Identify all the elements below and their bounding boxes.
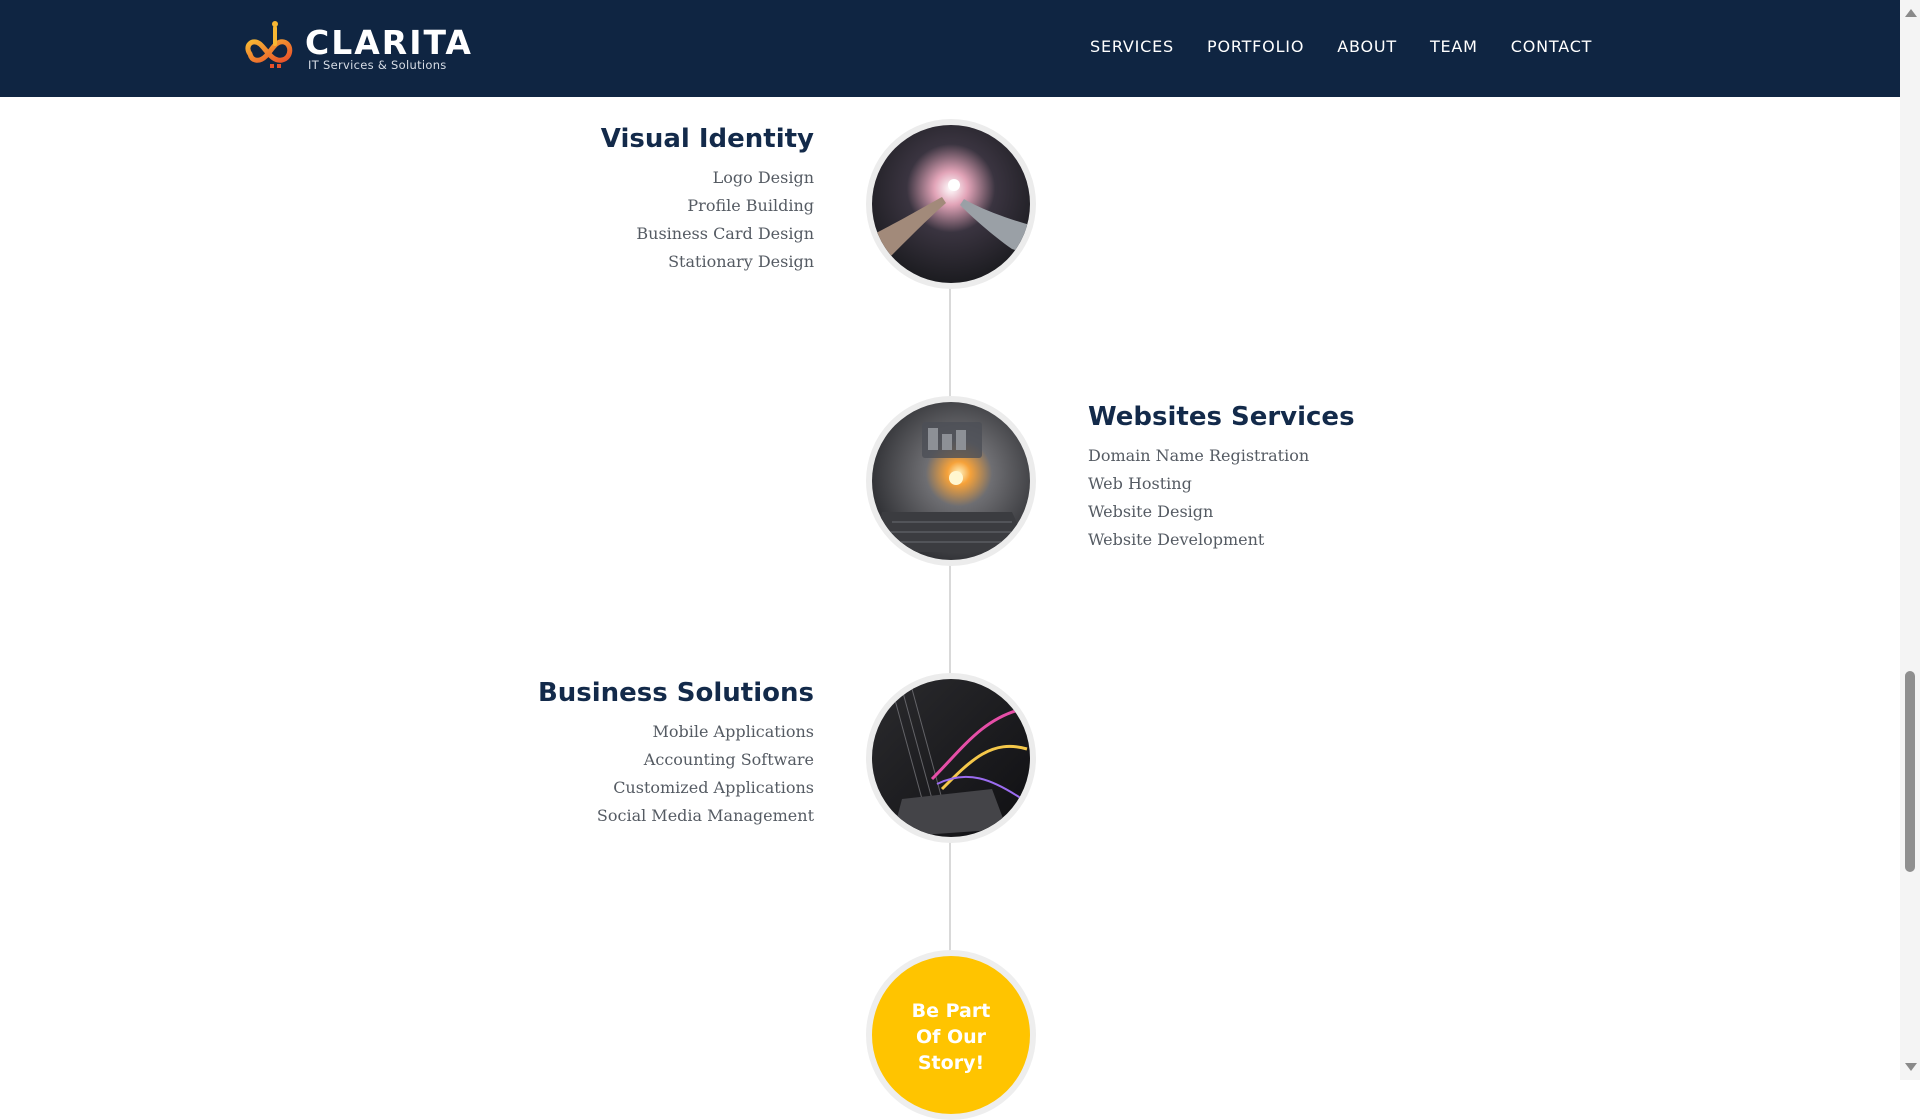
main-nav: SERVICES PORTFOLIO ABOUT TEAM CONTACT [1090, 37, 1592, 56]
scrollbar-thumb[interactable] [1905, 671, 1915, 872]
service-visual-identity: Visual Identity Logo Design Profile Buil… [434, 122, 814, 276]
service-business-solutions: Business Solutions Mobile Applications A… [434, 676, 814, 830]
service-item: Accounting Software [643, 750, 814, 769]
cta-text: Be Part Of Our Story! [872, 998, 1030, 1076]
websites-image [866, 396, 1036, 566]
service-item: Website Design [1088, 502, 1214, 521]
service-list: Logo Design Profile Building Business Ca… [434, 164, 814, 276]
service-list: Domain Name Registration Web Hosting Web… [1088, 442, 1468, 554]
service-item: Logo Design [712, 168, 814, 187]
laptop-dashboard-icon [872, 402, 1030, 560]
brand-name: CLARITA [305, 23, 473, 62]
page-scrollbar[interactable] [1900, 0, 1920, 1080]
top-navbar: CLARITA IT Services & Solutions SERVICES… [0, 0, 1900, 97]
be-part-of-story-badge[interactable]: Be Part Of Our Story! [866, 950, 1036, 1120]
nav-services[interactable]: SERVICES [1090, 37, 1174, 56]
brand-tagline: IT Services & Solutions [308, 58, 447, 72]
visual-identity-image [866, 119, 1036, 289]
nav-contact[interactable]: CONTACT [1511, 37, 1592, 56]
service-websites: Websites Services Domain Name Registrati… [1088, 400, 1468, 554]
ai-robot-hand-icon [872, 125, 1030, 283]
service-item: Stationary Design [668, 252, 814, 271]
clarita-logo[interactable]: CLARITA IT Services & Solutions [242, 18, 471, 74]
service-item: Domain Name Registration [1088, 446, 1310, 465]
cta-line: Story! [917, 1052, 985, 1074]
nav-portfolio[interactable]: PORTFOLIO [1207, 37, 1304, 56]
nav-team[interactable]: TEAM [1430, 37, 1478, 56]
business-solutions-image [866, 673, 1036, 843]
cta-line: Of Our [915, 1026, 987, 1048]
cta-line: Be Part [911, 1000, 991, 1022]
service-item: Profile Building [687, 196, 814, 215]
service-item: Customized Applications [613, 778, 814, 797]
service-item: Social Media Management [596, 806, 814, 825]
infinity-logo-icon [245, 21, 293, 68]
service-title: Visual Identity [600, 124, 814, 154]
service-item: Website Development [1088, 530, 1265, 549]
laptop-data-stream-icon [872, 679, 1030, 837]
service-item: Mobile Applications [652, 722, 814, 741]
service-title: Websites Services [1088, 402, 1355, 432]
nav-about[interactable]: ABOUT [1337, 37, 1397, 56]
service-item: Web Hosting [1088, 474, 1192, 493]
service-title: Business Solutions [537, 678, 814, 708]
service-list: Mobile Applications Accounting Software … [434, 718, 814, 830]
service-item: Business Card Design [636, 224, 814, 243]
scroll-down-arrow-icon[interactable] [1905, 1063, 1917, 1071]
scroll-up-arrow-icon[interactable] [1905, 9, 1917, 17]
